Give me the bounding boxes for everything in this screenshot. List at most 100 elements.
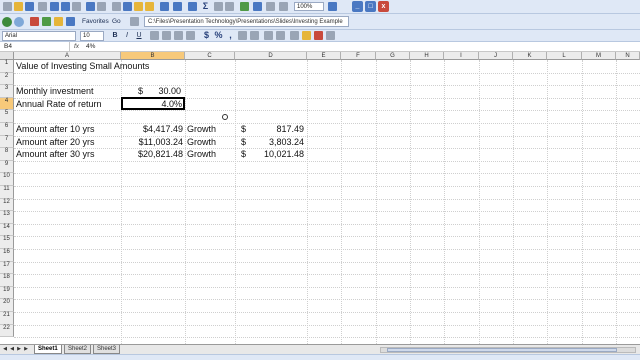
- row-header[interactable]: 18: [0, 274, 14, 287]
- font-size-select[interactable]: 10: [80, 31, 104, 41]
- email-icon[interactable]: [50, 2, 59, 11]
- column-header-g[interactable]: G: [376, 52, 410, 60]
- row-header[interactable]: 6: [0, 123, 14, 136]
- align-right-icon[interactable]: [174, 31, 183, 40]
- row-header[interactable]: 14: [0, 223, 14, 237]
- row-header[interactable]: 5: [0, 110, 14, 123]
- favorites-button[interactable]: Favorites: [80, 16, 111, 27]
- sheet-tab-3[interactable]: Sheet3: [93, 345, 121, 354]
- column-header-l[interactable]: L: [547, 52, 582, 60]
- cell-d7[interactable]: 3,803.24: [235, 136, 304, 149]
- decrease-indent-icon[interactable]: [264, 31, 273, 40]
- row-header[interactable]: 1: [0, 60, 14, 73]
- row-header[interactable]: 11: [0, 186, 14, 199]
- row-header[interactable]: 13: [0, 211, 14, 224]
- open-folder-icon[interactable]: [14, 2, 23, 11]
- row-header[interactable]: 21: [0, 312, 14, 325]
- cell-b8[interactable]: $20,821.48: [121, 148, 183, 161]
- zoom-select[interactable]: 100%: [294, 2, 324, 11]
- currency-icon[interactable]: $: [202, 31, 211, 40]
- show-only-web-toolbar-icon[interactable]: [130, 17, 139, 26]
- increase-decimal-icon[interactable]: [238, 31, 247, 40]
- research-icon[interactable]: [97, 2, 106, 11]
- row-header[interactable]: 20: [0, 299, 14, 312]
- cell-d8[interactable]: 10,021.48: [235, 148, 304, 161]
- row-header[interactable]: 19: [0, 286, 14, 300]
- row-header[interactable]: 2: [0, 72, 14, 86]
- cut-icon[interactable]: [112, 2, 121, 11]
- home-icon[interactable]: [54, 17, 63, 26]
- horizontal-scrollbar[interactable]: [380, 347, 636, 353]
- row-header[interactable]: 4: [0, 97, 14, 111]
- autosum-icon[interactable]: Σ: [201, 2, 210, 11]
- borders-icon[interactable]: [290, 31, 299, 40]
- toggle-icon[interactable]: [279, 2, 288, 11]
- column-header-m[interactable]: M: [582, 52, 616, 60]
- spreadsheet-grid[interactable]: A B C D E F G H I J K L M N 1 2 3 4 5 6 …: [0, 52, 640, 344]
- row-header[interactable]: 8: [0, 148, 14, 161]
- insert-function-icon[interactable]: fx: [74, 42, 79, 52]
- row-header[interactable]: 17: [0, 261, 14, 275]
- close-icon[interactable]: x: [378, 1, 389, 12]
- column-header-a[interactable]: A: [14, 52, 121, 60]
- column-header-c[interactable]: C: [185, 52, 235, 60]
- cell-a1[interactable]: Value of Investing Small Amounts: [16, 60, 149, 73]
- decrease-decimal-icon[interactable]: [250, 31, 259, 40]
- align-center-icon[interactable]: [162, 31, 171, 40]
- column-header-h[interactable]: H: [410, 52, 444, 60]
- column-header-d[interactable]: D: [235, 52, 307, 60]
- cell-b3[interactable]: 30.00: [121, 85, 181, 98]
- column-header-j[interactable]: J: [479, 52, 513, 60]
- format-painter-icon[interactable]: [145, 2, 154, 11]
- column-header-b[interactable]: B: [121, 52, 185, 60]
- hyperlink-icon[interactable]: [188, 2, 197, 11]
- drawing-icon[interactable]: [253, 2, 262, 11]
- row-header[interactable]: 10: [0, 173, 14, 186]
- cell-a7[interactable]: Amount after 20 yrs: [16, 136, 95, 149]
- cell-a8[interactable]: Amount after 30 yrs: [16, 148, 95, 161]
- column-header-k[interactable]: K: [513, 52, 547, 60]
- font-name-select[interactable]: Arial: [2, 31, 76, 41]
- toolbar-options-icon[interactable]: [326, 31, 335, 40]
- go-button[interactable]: Go: [112, 16, 121, 27]
- row-header[interactable]: 9: [0, 160, 14, 174]
- back-arrow-icon[interactable]: [2, 17, 12, 27]
- redo-icon[interactable]: [173, 2, 182, 11]
- sheet-tab-2[interactable]: Sheet2: [64, 345, 92, 354]
- row-header[interactable]: 3: [0, 85, 14, 98]
- column-header-f[interactable]: F: [341, 52, 376, 60]
- cell-a3[interactable]: Monthly investment: [16, 85, 94, 98]
- search-web-icon[interactable]: [66, 17, 75, 26]
- sheet-tab-1[interactable]: Sheet1: [34, 345, 62, 354]
- row-header[interactable]: 22: [0, 324, 14, 338]
- print-icon[interactable]: [61, 2, 70, 11]
- row-header[interactable]: 15: [0, 236, 14, 249]
- address-field[interactable]: C:\Files\Presentation Technology\Present…: [144, 16, 349, 27]
- forward-arrow-icon[interactable]: [14, 17, 24, 27]
- print-preview-icon[interactable]: [72, 2, 81, 11]
- column-header-e[interactable]: E: [307, 52, 341, 60]
- comma-style-icon[interactable]: ,: [226, 31, 235, 40]
- stop-icon[interactable]: [30, 17, 39, 26]
- new-file-icon[interactable]: [3, 2, 12, 11]
- cell-c6[interactable]: Growth: [187, 123, 216, 136]
- cell-a4[interactable]: Annual Rate of return: [16, 98, 102, 111]
- italic-button[interactable]: I: [122, 31, 132, 41]
- copy-icon[interactable]: [123, 2, 132, 11]
- select-all-corner[interactable]: [0, 52, 14, 60]
- spelling-icon[interactable]: [86, 2, 95, 11]
- cell-b7[interactable]: $11,003.24: [121, 136, 183, 149]
- cell-b6[interactable]: $4,417.49: [121, 123, 183, 136]
- last-sheet-icon[interactable]: ▶: [23, 346, 29, 353]
- increase-indent-icon[interactable]: [276, 31, 285, 40]
- restore-icon[interactable]: □: [365, 1, 376, 12]
- row-header[interactable]: 7: [0, 135, 14, 149]
- cell-c7[interactable]: Growth: [187, 136, 216, 149]
- percent-icon[interactable]: %: [214, 31, 223, 40]
- underline-button[interactable]: U: [134, 31, 144, 41]
- scrollbar-thumb[interactable]: [387, 348, 617, 352]
- cell-a6[interactable]: Amount after 10 yrs: [16, 123, 95, 136]
- prev-sheet-icon[interactable]: ◀: [9, 346, 15, 353]
- help-icon[interactable]: [328, 2, 337, 11]
- row-header[interactable]: 16: [0, 249, 14, 262]
